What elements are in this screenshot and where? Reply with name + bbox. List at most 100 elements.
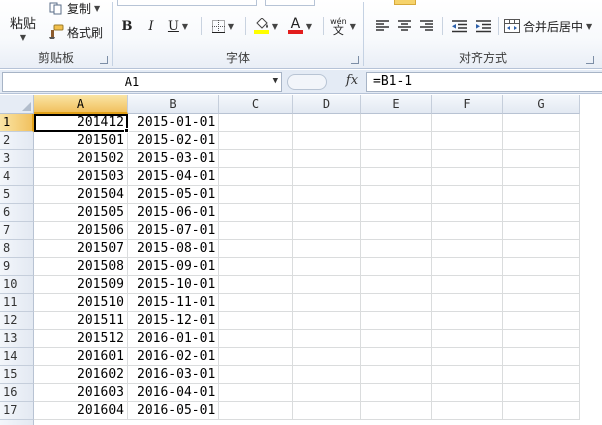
cell-empty[interactable] [432, 366, 503, 384]
cell-a[interactable]: 201505 [34, 204, 128, 222]
row-header[interactable]: 8 [0, 240, 34, 258]
cell-empty[interactable] [361, 276, 432, 294]
cell-b[interactable]: 2015-02-01 [128, 132, 219, 150]
cell-a[interactable]: 201509 [34, 276, 128, 294]
align-center-button[interactable] [396, 16, 412, 36]
cell-empty[interactable] [361, 186, 432, 204]
cell-a[interactable]: 201412 [34, 114, 128, 132]
cell-empty[interactable] [503, 150, 580, 168]
chevron-down-icon[interactable]: ▼ [273, 76, 278, 86]
row-header[interactable]: 1 [0, 114, 34, 132]
cell-empty[interactable] [503, 276, 580, 294]
cell-a[interactable]: 201604 [34, 402, 128, 420]
cell-empty[interactable] [219, 276, 293, 294]
cell-empty[interactable] [361, 132, 432, 150]
row-header[interactable]: 5 [0, 186, 34, 204]
cell-b[interactable]: 2016-03-01 [128, 366, 219, 384]
cell-empty[interactable] [432, 186, 503, 204]
cell-empty[interactable] [361, 384, 432, 402]
cell-b[interactable]: 2015-10-01 [128, 276, 219, 294]
row-header[interactable] [0, 420, 34, 425]
cell-empty[interactable] [432, 222, 503, 240]
cell-empty[interactable] [293, 294, 361, 312]
cell-empty[interactable] [432, 258, 503, 276]
cell-empty[interactable] [219, 132, 293, 150]
cell-b[interactable]: 2016-01-01 [128, 330, 219, 348]
cell-b[interactable]: 2015-03-01 [128, 150, 219, 168]
cell-empty[interactable] [219, 204, 293, 222]
cell-empty[interactable] [361, 222, 432, 240]
formula-bar-splitter[interactable] [287, 74, 327, 90]
cell-empty[interactable] [361, 150, 432, 168]
cell-a[interactable]: 201504 [34, 186, 128, 204]
cell-empty[interactable] [361, 366, 432, 384]
cell-empty[interactable] [361, 204, 432, 222]
cell-empty[interactable] [293, 312, 361, 330]
cell-empty[interactable] [219, 222, 293, 240]
cell-b[interactable]: 2016-02-01 [128, 348, 219, 366]
cell-empty[interactable] [432, 348, 503, 366]
cell-empty[interactable] [503, 240, 580, 258]
paste-button[interactable]: 粘贴 ▼ [4, 2, 42, 42]
font-color-button[interactable]: A ▼ [285, 16, 315, 36]
cell-empty[interactable] [219, 366, 293, 384]
cell-b[interactable]: 2015-09-01 [128, 258, 219, 276]
cell-empty[interactable] [219, 312, 293, 330]
cell-empty[interactable] [361, 348, 432, 366]
cell-empty[interactable] [219, 348, 293, 366]
row-header[interactable]: 6 [0, 204, 34, 222]
column-header-a[interactable]: A [34, 95, 128, 114]
insert-function-button[interactable]: fx [343, 73, 361, 91]
cell-empty[interactable] [503, 204, 580, 222]
cell-empty[interactable] [503, 258, 580, 276]
row-header[interactable]: 17 [0, 402, 34, 420]
cell-empty[interactable] [293, 150, 361, 168]
dialog-launcher-icon[interactable] [351, 56, 359, 64]
cell-empty[interactable] [219, 402, 293, 420]
cell-empty[interactable] [432, 168, 503, 186]
column-header-b[interactable]: B [128, 95, 219, 114]
cell-empty[interactable] [432, 276, 503, 294]
cell-empty[interactable] [293, 204, 361, 222]
cell-empty[interactable] [432, 402, 503, 420]
row-header[interactable]: 12 [0, 312, 34, 330]
font-name-box[interactable] [117, 0, 257, 6]
cell-empty[interactable] [503, 132, 580, 150]
cell-empty[interactable] [432, 240, 503, 258]
column-header-d[interactable]: D [293, 95, 361, 114]
cell-empty[interactable] [293, 168, 361, 186]
borders-button[interactable]: ▼ [209, 16, 237, 36]
cell-empty[interactable] [503, 348, 580, 366]
cell-a[interactable]: 201511 [34, 312, 128, 330]
cell-empty[interactable] [219, 258, 293, 276]
fill-color-button[interactable]: ▼ [251, 16, 281, 36]
cell-empty[interactable] [503, 384, 580, 402]
cell-empty[interactable] [361, 258, 432, 276]
cell-empty[interactable] [361, 240, 432, 258]
row-header[interactable]: 11 [0, 294, 34, 312]
cell-b[interactable]: 2016-05-01 [128, 402, 219, 420]
cell-empty[interactable] [293, 330, 361, 348]
copy-button[interactable]: 复制 ▼ [48, 0, 100, 16]
row-header[interactable]: 16 [0, 384, 34, 402]
cell-b[interactable]: 2015-01-01 [128, 114, 219, 132]
cell-b[interactable]: 2015-08-01 [128, 240, 219, 258]
cell-empty[interactable] [293, 132, 361, 150]
cell-empty[interactable] [361, 330, 432, 348]
cell-empty[interactable] [432, 330, 503, 348]
row-header[interactable]: 10 [0, 276, 34, 294]
cell-empty[interactable] [503, 402, 580, 420]
cell-empty[interactable] [219, 168, 293, 186]
cell-empty[interactable] [361, 114, 432, 132]
row-header[interactable]: 14 [0, 348, 34, 366]
cell-empty[interactable] [293, 114, 361, 132]
bold-button[interactable]: B [119, 16, 135, 36]
name-box[interactable]: A1 ▼ [2, 72, 282, 92]
cell-empty[interactable] [219, 186, 293, 204]
cell-a[interactable]: 201503 [34, 168, 128, 186]
row-header[interactable]: 9 [0, 258, 34, 276]
cell-empty[interactable] [219, 240, 293, 258]
cell-empty[interactable] [293, 366, 361, 384]
cell-empty[interactable] [219, 330, 293, 348]
cell-a[interactable]: 201512 [34, 330, 128, 348]
